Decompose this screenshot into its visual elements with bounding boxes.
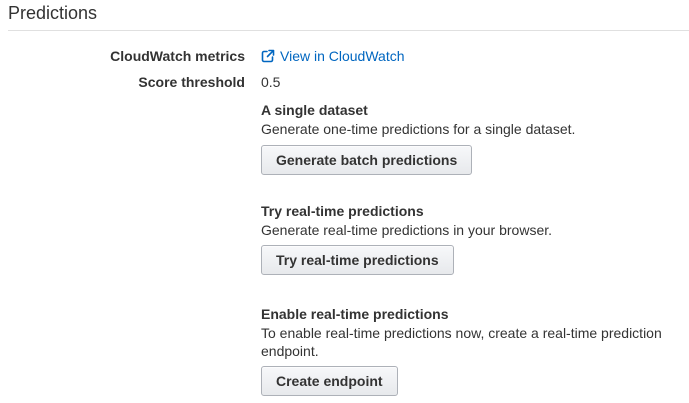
score-threshold-value: 0.5	[261, 74, 281, 90]
try-real-time-predictions-button[interactable]: Try real-time predictions	[261, 245, 454, 275]
section-divider	[8, 30, 689, 31]
try-real-time-description: Generate real-time predictions in your b…	[261, 222, 553, 238]
real-time-try-block: Try real-time predictions Generate real-…	[261, 203, 681, 239]
enable-real-time-block: Enable real-time predictions To enable r…	[261, 306, 681, 360]
external-link-icon	[261, 49, 275, 63]
enable-real-time-title: Enable real-time predictions	[261, 306, 449, 322]
create-endpoint-button[interactable]: Create endpoint	[261, 366, 398, 396]
single-dataset-block: A single dataset Generate one-time predi…	[261, 102, 681, 138]
generate-batch-predictions-button[interactable]: Generate batch predictions	[261, 145, 473, 175]
enable-real-time-description: To enable real-time predictions now, cre…	[261, 325, 662, 359]
single-dataset-description: Generate one-time predictions for a sing…	[261, 121, 576, 137]
view-in-cloudwatch-text: View in CloudWatch	[280, 48, 405, 64]
section-title: Predictions	[8, 3, 98, 23]
cloudwatch-metrics-label: CloudWatch metrics	[110, 48, 245, 64]
score-threshold-label: Score threshold	[138, 74, 245, 90]
single-dataset-title: A single dataset	[261, 102, 368, 118]
try-real-time-title: Try real-time predictions	[261, 203, 424, 219]
view-in-cloudwatch-link[interactable]: View in CloudWatch	[261, 48, 405, 64]
